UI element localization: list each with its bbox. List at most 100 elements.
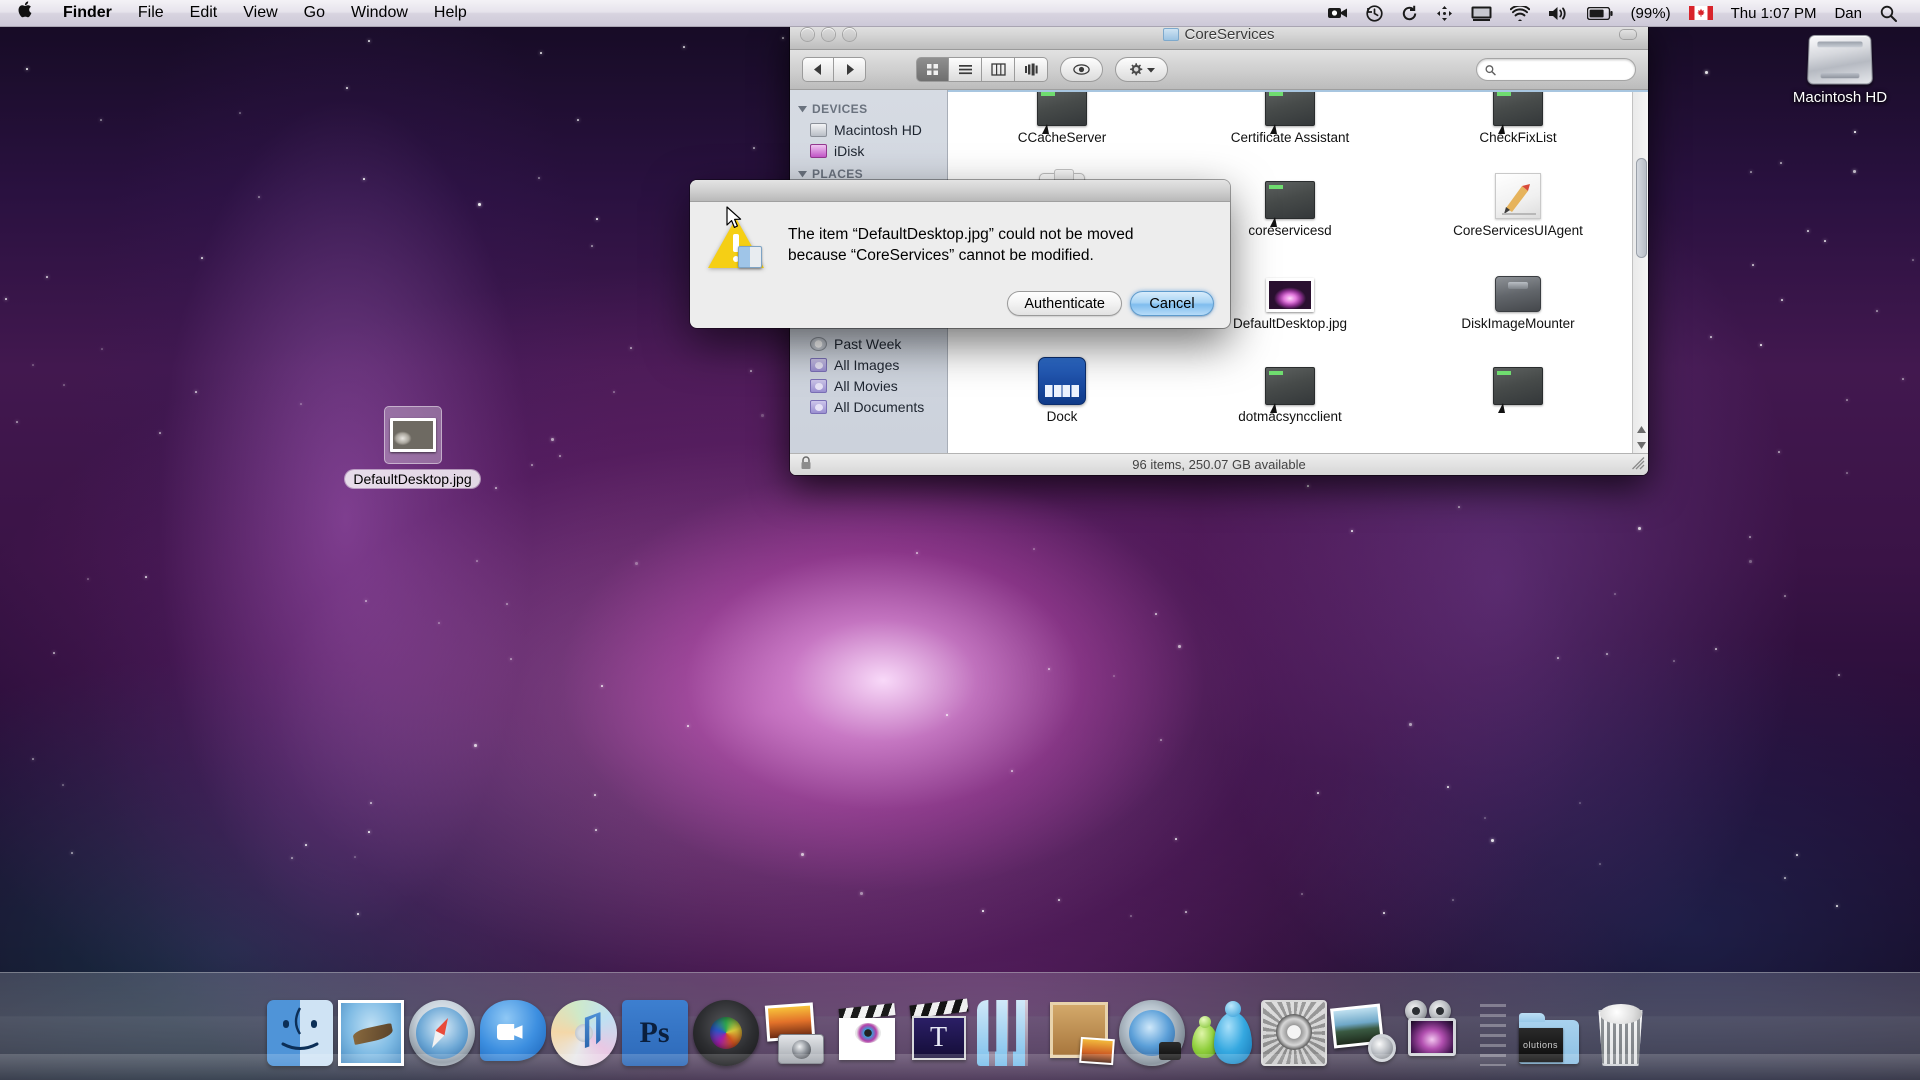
close-button[interactable] xyxy=(801,28,814,41)
idvd-icon xyxy=(1118,1000,1185,1066)
sidebar-item-all-images[interactable]: All Images xyxy=(790,354,947,375)
finder-face-glyph xyxy=(281,1007,318,1050)
menu-item-window[interactable]: Window xyxy=(338,0,421,26)
sidebar-item-macintosh-hd[interactable]: Macintosh HD xyxy=(790,119,947,140)
menu-bar-user[interactable]: Dan xyxy=(1825,0,1871,26)
dock-item-system-preferences[interactable] xyxy=(1260,1000,1327,1066)
desktop-icon-macintosh-hd[interactable]: Macintosh HD xyxy=(1780,34,1900,106)
dock-item-mail[interactable] xyxy=(337,1000,404,1066)
dock-item-idvd[interactable] xyxy=(1118,1000,1185,1066)
dock-item-quicktime[interactable] xyxy=(1403,1000,1469,1066)
search-icon[interactable] xyxy=(1871,0,1906,26)
back-arrow-icon[interactable] xyxy=(802,57,834,82)
menu-item-file[interactable]: File xyxy=(125,0,177,26)
action-menu-button[interactable] xyxy=(1115,57,1168,82)
toolbar-toggle-button[interactable] xyxy=(1620,30,1636,39)
menu-item-edit[interactable]: Edit xyxy=(177,0,231,26)
unix-executable-icon xyxy=(1265,181,1315,227)
vertical-scrollbar[interactable] xyxy=(1632,92,1648,453)
file-item[interactable]: Dock xyxy=(948,341,1176,424)
scroll-up-icon[interactable] xyxy=(1633,421,1648,437)
search-input[interactable] xyxy=(1500,62,1627,77)
menu-item-view[interactable]: View xyxy=(230,0,290,26)
minimize-button[interactable] xyxy=(822,28,835,41)
dock-item-aperture[interactable] xyxy=(692,1000,759,1066)
file-item[interactable] xyxy=(1404,341,1632,424)
scroll-down-icon[interactable] xyxy=(1633,437,1648,453)
volume-icon[interactable] xyxy=(1539,0,1578,26)
menu-item-go[interactable]: Go xyxy=(291,0,338,26)
screen-recording-icon[interactable] xyxy=(1319,0,1357,26)
menu-item-help[interactable]: Help xyxy=(421,0,480,26)
list-view-button[interactable] xyxy=(949,57,982,82)
canada-flag-icon[interactable] xyxy=(1680,0,1722,26)
dock-item-safari[interactable] xyxy=(408,1000,475,1066)
file-item[interactable]: CCacheServer xyxy=(948,92,1176,145)
battery-percent-label[interactable]: (99%) xyxy=(1622,0,1680,26)
cancel-button[interactable]: Cancel xyxy=(1130,291,1214,316)
folder-stack-icon: olutions xyxy=(1517,1000,1583,1066)
time-machine-icon[interactable] xyxy=(1357,0,1392,26)
dock-item-preview[interactable] xyxy=(1329,1000,1398,1066)
sidebar-item-past-week[interactable]: Past Week xyxy=(790,333,947,354)
sync-icon[interactable] xyxy=(1392,0,1427,26)
authenticate-button[interactable]: Authenticate xyxy=(1007,291,1122,316)
desktop-icon-defaultdesktop[interactable]: DefaultDesktop.jpg xyxy=(330,406,495,489)
menu-bar-clock[interactable]: Thu 1:07 PM xyxy=(1722,0,1826,26)
menu-item-finder[interactable]: Finder xyxy=(50,0,125,26)
file-icon-wrapper xyxy=(948,92,1176,134)
mail-icon xyxy=(337,1000,404,1066)
zoom-button[interactable] xyxy=(843,28,856,41)
resize-grip-icon[interactable] xyxy=(1632,457,1645,473)
file-item[interactable]: dotmacsyncclient xyxy=(1176,341,1404,424)
unix-executable-icon xyxy=(1265,367,1315,413)
displays-arrange-icon[interactable] xyxy=(1427,0,1462,26)
file-item[interactable]: CheckFixList xyxy=(1404,92,1632,145)
file-item[interactable]: DiskImageMounter xyxy=(1404,248,1632,331)
file-item[interactable] xyxy=(1176,434,1404,453)
dock-item-itunes[interactable] xyxy=(550,1000,617,1066)
menu-bar-status-area: (99%) Thu 1:07 PM Dan xyxy=(1319,0,1920,26)
sidebar-header-devices[interactable]: DEVICES xyxy=(790,96,947,119)
sidebar-item-idisk[interactable]: iDisk xyxy=(790,140,947,161)
finder-search-field[interactable] xyxy=(1476,58,1636,81)
safari-icon xyxy=(408,1000,475,1066)
quicklook-button[interactable] xyxy=(1060,57,1103,82)
sidebar-item-all-documents[interactable]: All Documents xyxy=(790,396,947,417)
display-icon[interactable] xyxy=(1462,0,1501,26)
forward-arrow-icon[interactable] xyxy=(834,57,866,82)
mail-stamp-art xyxy=(340,1003,401,1063)
file-label: CheckFixList xyxy=(1479,130,1557,145)
finder-badge-icon xyxy=(738,246,762,268)
dock-item-trash[interactable] xyxy=(1588,1000,1654,1066)
idisk-icon xyxy=(810,143,827,158)
file-item[interactable] xyxy=(1404,434,1632,453)
dock-item-final-cut[interactable] xyxy=(835,1000,901,1066)
dock-item-finder[interactable] xyxy=(266,1000,333,1066)
dock-item-iphoto[interactable] xyxy=(764,1000,830,1066)
dock-item-comic-life[interactable] xyxy=(1048,1000,1115,1066)
sidebar-item-all-movies[interactable]: All Movies xyxy=(790,375,947,396)
column-view-button[interactable] xyxy=(982,57,1015,82)
hard-drive-icon xyxy=(1807,34,1873,85)
file-item[interactable]: CoreServicesUIAgent xyxy=(1404,155,1632,238)
file-item[interactable] xyxy=(948,434,1176,453)
icon-view-button[interactable] xyxy=(916,57,949,82)
coverflow-view-button[interactable] xyxy=(1015,57,1048,82)
smart-folder-icon xyxy=(810,378,827,393)
battery-icon[interactable] xyxy=(1578,0,1622,26)
preview-icon xyxy=(1329,1000,1398,1066)
dock-item-livetype[interactable]: T xyxy=(906,998,972,1066)
apple-logo-icon[interactable] xyxy=(0,0,50,26)
error-dialog[interactable]: The item “DefaultDesktop.jpg” could not … xyxy=(690,180,1230,328)
dialog-message-line-2: because “CoreServices” cannot be modifie… xyxy=(788,247,1094,264)
dock-item-folder-stack[interactable]: olutions xyxy=(1517,1000,1583,1066)
file-item[interactable]: Certificate Assistant xyxy=(1176,92,1404,145)
dock-item-messenger[interactable] xyxy=(1190,1000,1256,1066)
wifi-icon[interactable] xyxy=(1501,0,1539,26)
file-icon-wrapper xyxy=(1404,442,1632,453)
dock-item-photoshop[interactable]: Ps xyxy=(621,1000,688,1066)
scrollbar-thumb[interactable] xyxy=(1636,158,1647,258)
dock-item-iweb[interactable] xyxy=(976,1000,1043,1066)
dock-item-ichat[interactable] xyxy=(479,1000,546,1066)
